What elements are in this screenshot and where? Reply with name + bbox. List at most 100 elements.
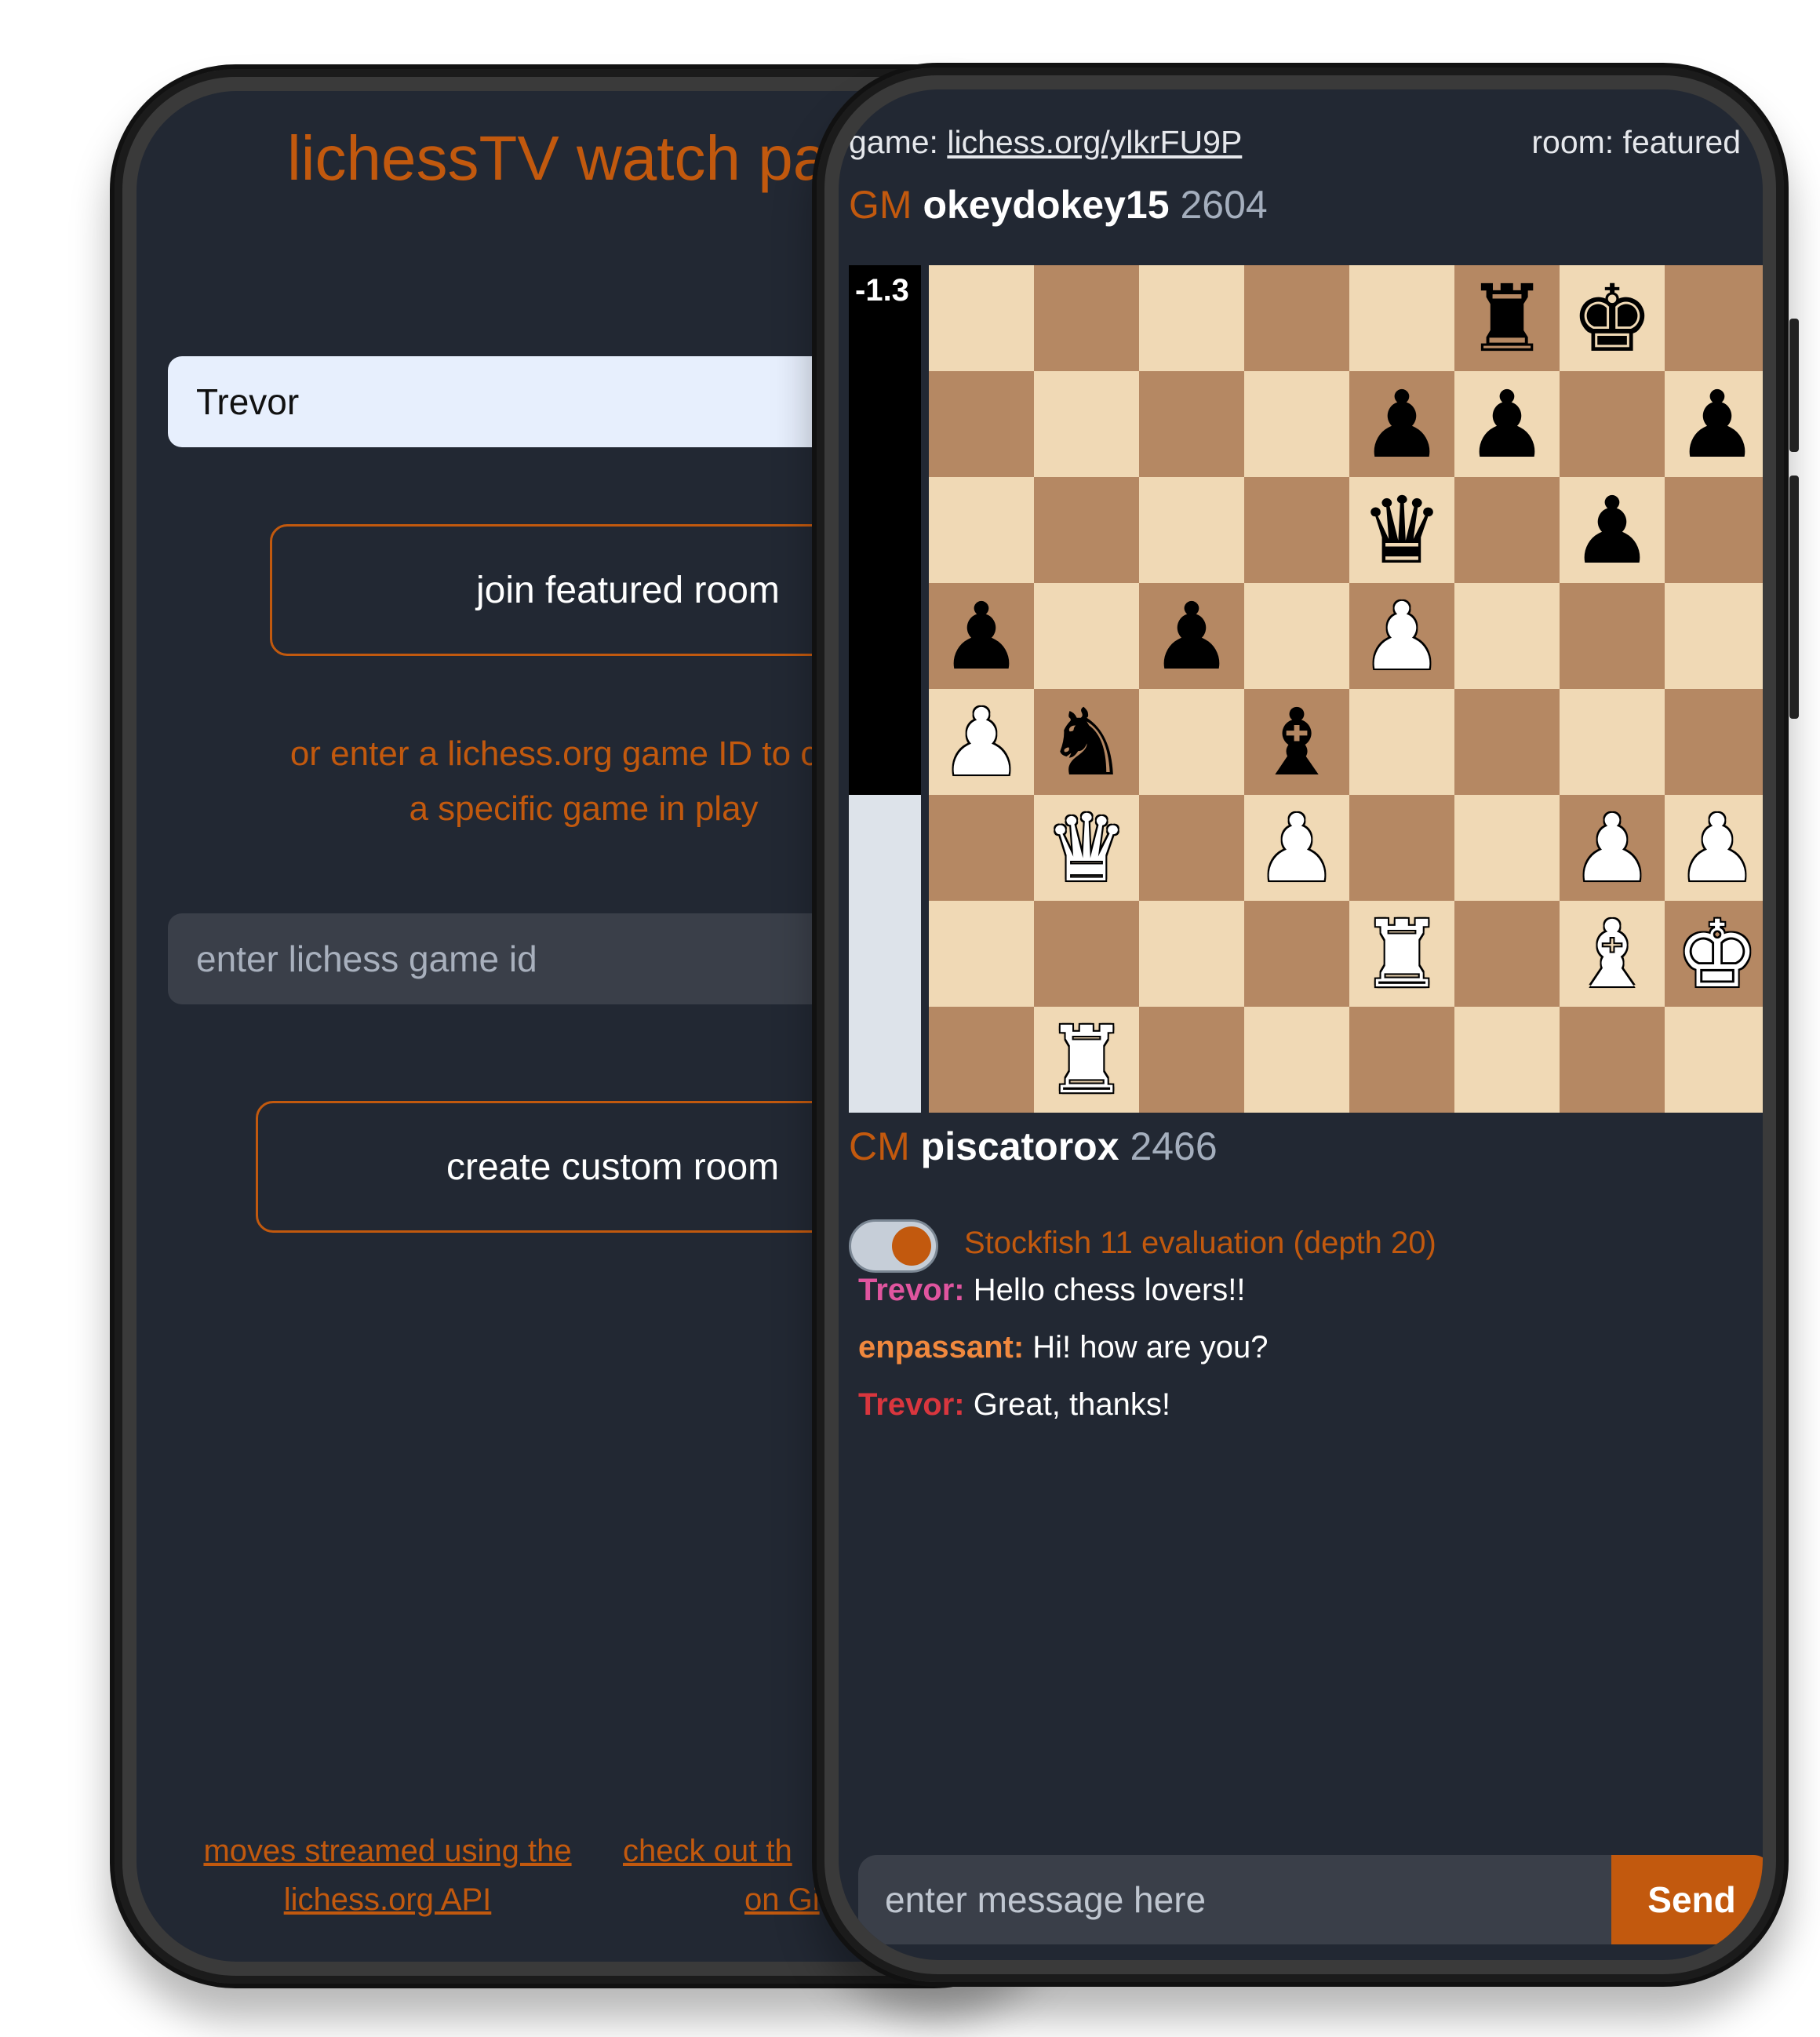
square-g5[interactable] bbox=[1560, 583, 1665, 689]
chat-text: Great, thanks! bbox=[964, 1387, 1170, 1422]
square-e3[interactable] bbox=[1349, 795, 1454, 901]
white-king-icon[interactable]: ♚ bbox=[1676, 908, 1759, 1000]
square-d5[interactable] bbox=[1244, 583, 1349, 689]
black-pawn-icon[interactable]: ♟ bbox=[1676, 378, 1759, 471]
white-bishop-icon[interactable]: ♝ bbox=[1571, 908, 1654, 1000]
black-queen-icon[interactable]: ♛ bbox=[1360, 484, 1443, 577]
square-c4[interactable] bbox=[1139, 689, 1244, 795]
square-f5[interactable] bbox=[1454, 583, 1560, 689]
square-c6[interactable] bbox=[1139, 477, 1244, 583]
square-b7[interactable] bbox=[1034, 371, 1139, 477]
black-pawn-icon[interactable]: ♟ bbox=[1571, 484, 1654, 577]
white-rook-icon[interactable]: ♜ bbox=[1045, 1014, 1128, 1106]
square-f4[interactable] bbox=[1454, 689, 1560, 795]
square-a6[interactable] bbox=[929, 477, 1034, 583]
square-a3[interactable] bbox=[929, 795, 1034, 901]
square-d2[interactable] bbox=[1244, 901, 1349, 1007]
square-f3[interactable] bbox=[1454, 795, 1560, 901]
square-b2[interactable] bbox=[1034, 901, 1139, 1007]
square-e5[interactable]: ♟ bbox=[1349, 583, 1454, 689]
square-f6[interactable] bbox=[1454, 477, 1560, 583]
square-d3[interactable]: ♟ bbox=[1244, 795, 1349, 901]
black-pawn-icon[interactable]: ♟ bbox=[1150, 590, 1233, 683]
square-g8[interactable]: ♚ bbox=[1560, 265, 1665, 371]
square-h6[interactable] bbox=[1665, 477, 1763, 583]
square-b3[interactable]: ♛ bbox=[1034, 795, 1139, 901]
square-c7[interactable] bbox=[1139, 371, 1244, 477]
square-f2[interactable] bbox=[1454, 901, 1560, 1007]
message-input[interactable]: enter message here bbox=[858, 1855, 1611, 1944]
white-pawn-icon[interactable]: ♟ bbox=[1676, 802, 1759, 895]
stockfish-toggle[interactable] bbox=[849, 1219, 938, 1273]
square-g6[interactable]: ♟ bbox=[1560, 477, 1665, 583]
square-f1[interactable] bbox=[1454, 1007, 1560, 1113]
black-pawn-icon[interactable]: ♟ bbox=[1360, 378, 1443, 471]
black-pawn-icon[interactable]: ♟ bbox=[1465, 378, 1549, 471]
top-player: GM okeydokey15 2604 bbox=[849, 182, 1268, 228]
black-rook-icon[interactable]: ♜ bbox=[1465, 272, 1549, 365]
square-a1[interactable] bbox=[929, 1007, 1034, 1113]
square-c3[interactable] bbox=[1139, 795, 1244, 901]
white-rook-icon[interactable]: ♜ bbox=[1360, 908, 1443, 1000]
white-pawn-icon[interactable]: ♟ bbox=[940, 696, 1023, 789]
black-pawn-icon[interactable]: ♟ bbox=[940, 590, 1023, 683]
square-e4[interactable] bbox=[1349, 689, 1454, 795]
black-king-icon[interactable]: ♚ bbox=[1571, 272, 1654, 365]
square-h8[interactable] bbox=[1665, 265, 1763, 371]
square-c8[interactable] bbox=[1139, 265, 1244, 371]
square-c2[interactable] bbox=[1139, 901, 1244, 1007]
evaluation-score: -1.3 bbox=[855, 273, 909, 308]
square-e6[interactable]: ♛ bbox=[1349, 477, 1454, 583]
square-e2[interactable]: ♜ bbox=[1349, 901, 1454, 1007]
square-a4[interactable]: ♟ bbox=[929, 689, 1034, 795]
square-b1[interactable]: ♜ bbox=[1034, 1007, 1139, 1113]
square-f7[interactable]: ♟ bbox=[1454, 371, 1560, 477]
white-pawn-icon[interactable]: ♟ bbox=[1360, 590, 1443, 683]
black-bishop-icon[interactable]: ♝ bbox=[1255, 696, 1338, 789]
square-c1[interactable] bbox=[1139, 1007, 1244, 1113]
square-b4[interactable]: ♞ bbox=[1034, 689, 1139, 795]
square-h1[interactable] bbox=[1665, 1007, 1763, 1113]
square-h3[interactable]: ♟ bbox=[1665, 795, 1763, 901]
square-b8[interactable] bbox=[1034, 265, 1139, 371]
square-g1[interactable] bbox=[1560, 1007, 1665, 1113]
top-player-rating: 2604 bbox=[1180, 183, 1268, 227]
square-g4[interactable] bbox=[1560, 689, 1665, 795]
game-link[interactable]: lichess.org/ylkrFU9P bbox=[947, 124, 1242, 160]
square-a8[interactable] bbox=[929, 265, 1034, 371]
square-e1[interactable] bbox=[1349, 1007, 1454, 1113]
square-d1[interactable] bbox=[1244, 1007, 1349, 1113]
square-d6[interactable] bbox=[1244, 477, 1349, 583]
square-h5[interactable] bbox=[1665, 583, 1763, 689]
square-b6[interactable] bbox=[1034, 477, 1139, 583]
white-pawn-icon[interactable]: ♟ bbox=[1255, 802, 1338, 895]
evaluation-bar: -1.3 bbox=[849, 265, 921, 1113]
square-d7[interactable] bbox=[1244, 371, 1349, 477]
game-room-screen: game: lichess.org/ylkrFU9P room: feature… bbox=[839, 89, 1763, 1960]
white-pawn-icon[interactable]: ♟ bbox=[1571, 802, 1654, 895]
black-knight-icon[interactable]: ♞ bbox=[1045, 696, 1128, 789]
game-label: game: bbox=[849, 124, 938, 160]
square-g3[interactable]: ♟ bbox=[1560, 795, 1665, 901]
square-h7[interactable]: ♟ bbox=[1665, 371, 1763, 477]
square-c5[interactable]: ♟ bbox=[1139, 583, 1244, 689]
square-g2[interactable]: ♝ bbox=[1560, 901, 1665, 1007]
square-h2[interactable]: ♚ bbox=[1665, 901, 1763, 1007]
chess-board[interactable]: ♜ ♚ ♟ ♟ ♟ ♛ ♟ ♟ ♟ ♟ ♟ ♞ ♝ ♛ ♟ ♟ ♟ ♜ ♝ ♚ ♜ bbox=[929, 265, 1763, 1113]
square-e7[interactable]: ♟ bbox=[1349, 371, 1454, 477]
square-a2[interactable] bbox=[929, 901, 1034, 1007]
square-a5[interactable]: ♟ bbox=[929, 583, 1034, 689]
square-h4[interactable] bbox=[1665, 689, 1763, 795]
lichess-api-link[interactable]: moves streamed using the lichess.org API bbox=[184, 1827, 592, 1924]
white-queen-icon[interactable]: ♛ bbox=[1045, 802, 1128, 895]
lichess-api-link-line-2: lichess.org API bbox=[283, 1882, 492, 1917]
square-d4[interactable]: ♝ bbox=[1244, 689, 1349, 795]
square-a7[interactable] bbox=[929, 371, 1034, 477]
square-g7[interactable] bbox=[1560, 371, 1665, 477]
toggle-knob bbox=[892, 1226, 931, 1266]
square-d8[interactable] bbox=[1244, 265, 1349, 371]
square-e8[interactable] bbox=[1349, 265, 1454, 371]
square-b5[interactable] bbox=[1034, 583, 1139, 689]
send-button[interactable]: Send bbox=[1611, 1855, 1763, 1944]
square-f8[interactable]: ♜ bbox=[1454, 265, 1560, 371]
